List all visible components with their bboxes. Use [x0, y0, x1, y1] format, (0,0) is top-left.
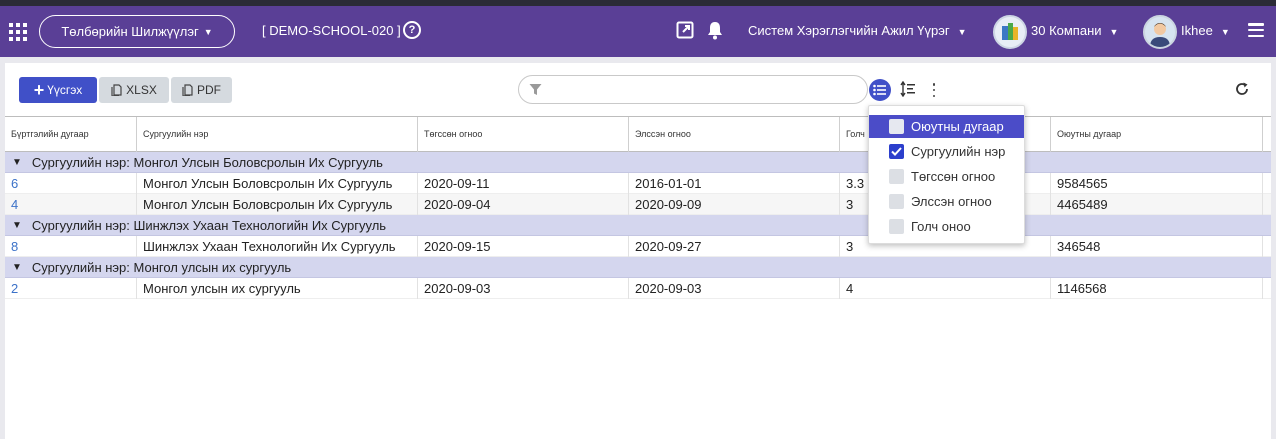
- table-cell: Монгол Улсын Боловсролын Их Сургууль: [137, 194, 418, 215]
- company-select[interactable]: 30 Компани ▼: [1031, 23, 1118, 38]
- export-pdf-button[interactable]: PDF: [171, 77, 232, 103]
- table-cell: 2020-09-11: [418, 173, 629, 194]
- column-option-label: Элссэн огноо: [911, 194, 992, 209]
- column-option-label: Голч оноо: [911, 219, 971, 234]
- help-icon[interactable]: ?: [403, 21, 421, 39]
- table-row[interactable]: 6 Монгол Улсын Боловсролын Их Сургууль 2…: [5, 173, 1271, 194]
- column-header[interactable]: Элссэн огноо: [629, 117, 840, 152]
- checkbox-unchecked[interactable]: [889, 219, 904, 234]
- record-number-link[interactable]: 6: [5, 173, 137, 194]
- bell-icon[interactable]: [706, 20, 724, 40]
- collapse-triangle-icon[interactable]: ▼: [12, 157, 22, 168]
- table-row[interactable]: 4 Монгол Улсын Боловсролын Их Сургууль 2…: [5, 194, 1271, 215]
- checkbox-unchecked[interactable]: [889, 119, 904, 134]
- table-cell: 2020-09-04: [418, 194, 629, 215]
- table-cell: 2020-09-03: [418, 278, 629, 299]
- more-vert-icon[interactable]: [932, 83, 936, 97]
- caret-down-icon: ▼: [1220, 27, 1230, 37]
- table-cell: Монгол улсын их сургууль: [137, 278, 418, 299]
- caret-down-icon: ▼: [203, 26, 213, 37]
- column-header[interactable]: Оюутны дугаар: [1051, 117, 1263, 152]
- school-code: [ DEMO-SCHOOL-020 ]: [262, 23, 401, 38]
- table-cell: 2020-09-03: [629, 278, 840, 299]
- column-header[interactable]: Сургуулийн нэр: [137, 117, 418, 152]
- role-label: Систем Хэрэглэгчийн Ажил Үүрэг: [748, 23, 950, 38]
- column-option[interactable]: Төгссөн огноо: [869, 165, 1024, 188]
- column-option-label: Төгссөн огноо: [911, 169, 996, 184]
- record-number-link[interactable]: 2: [5, 278, 137, 299]
- checkbox-unchecked[interactable]: [889, 194, 904, 209]
- user-avatar[interactable]: [1143, 15, 1177, 49]
- document-icon: [182, 84, 193, 96]
- table-cell: 2020-09-15: [418, 236, 629, 257]
- column-option[interactable]: Элссэн огноо: [869, 190, 1024, 213]
- table-cell: Шинжлэх Ухаан Технологийн Их Сургууль: [137, 236, 418, 257]
- refresh-icon[interactable]: [1234, 81, 1250, 97]
- sort-icon[interactable]: [900, 81, 916, 97]
- filter-icon: [529, 84, 542, 95]
- check-icon: [891, 147, 902, 156]
- data-table: Бүртгэлийн дугаар Сургуулийн нэр Төгссөн…: [5, 116, 1271, 299]
- company-logo: [993, 15, 1027, 49]
- group-label: Сургуулийн нэр: Монгол Улсын Боловсролын…: [31, 154, 383, 170]
- group-label: Сургуулийн нэр: Шинжлэх Ухаан Технологий…: [31, 217, 387, 233]
- record-number-link[interactable]: 8: [5, 236, 137, 257]
- table-cell: 4: [840, 278, 1051, 299]
- table-cell: Монгол Улсын Боловсролын Их Сургууль: [137, 173, 418, 194]
- column-header[interactable]: Төгссөн огноо: [418, 117, 629, 152]
- table-cell: 1146568: [1051, 278, 1263, 299]
- table-cell: 2020-09-27: [629, 236, 840, 257]
- collapse-triangle-icon[interactable]: ▼: [12, 262, 22, 273]
- table-row[interactable]: 8 Шинжлэх Ухаан Технологийн Их Сургууль …: [5, 236, 1271, 257]
- column-option[interactable]: Голч оноо: [869, 215, 1024, 238]
- group-row[interactable]: ▼ Сургуулийн нэр: Монгол улсын их сургуу…: [5, 257, 1271, 278]
- add-button-label: Үүсгэх: [47, 83, 83, 97]
- table-cell: 346548: [1051, 236, 1263, 257]
- table-cell: 2016-01-01: [629, 173, 840, 194]
- role-select[interactable]: Систем Хэрэглэгчийн Ажил Үүрэг ▼: [748, 23, 967, 38]
- user-name: Ikhee: [1181, 23, 1213, 38]
- checkbox-checked[interactable]: [889, 144, 904, 159]
- column-option-label: Оюутны дугаар: [911, 119, 1004, 134]
- user-menu[interactable]: Ikhee ▼: [1181, 23, 1230, 38]
- column-chooser-button[interactable]: [869, 79, 891, 101]
- table-cell: 4465489: [1051, 194, 1263, 215]
- export-xlsx-button[interactable]: XLSX: [99, 77, 169, 103]
- collapse-triangle-icon[interactable]: ▼: [12, 220, 22, 231]
- company-label: 30 Компани: [1031, 23, 1102, 38]
- xlsx-label: XLSX: [126, 83, 157, 97]
- table-cell: 9584565: [1051, 173, 1263, 194]
- caret-down-icon: ▼: [1109, 27, 1119, 37]
- table-header: Бүртгэлийн дугаар Сургуулийн нэр Төгссөн…: [5, 116, 1271, 152]
- filter-input[interactable]: [518, 75, 868, 104]
- column-option-label: Сургуулийн нэр: [911, 144, 1006, 159]
- top-navbar: Төлбөрийн Шилжүүлэг ▼ [ DEMO-SCHOOL-020 …: [0, 6, 1276, 57]
- module-select-button[interactable]: Төлбөрийн Шилжүүлэг ▼: [39, 15, 235, 48]
- record-number-link[interactable]: 4: [5, 194, 137, 215]
- table-cell: 2020-09-09: [629, 194, 840, 215]
- column-option[interactable]: Оюутны дугаар: [869, 115, 1024, 138]
- caret-down-icon: ▼: [957, 27, 967, 37]
- column-option[interactable]: Сургуулийн нэр: [869, 140, 1024, 163]
- column-chooser-menu: Оюутны дугаар Сургуулийн нэр Төгссөн огн…: [868, 105, 1025, 244]
- group-label: Сургуулийн нэр: Монгол улсын их сургууль: [31, 259, 292, 275]
- table-row[interactable]: 2 Монгол улсын их сургууль 2020-09-03 20…: [5, 278, 1271, 299]
- add-button[interactable]: + Үүсгэх: [19, 77, 97, 103]
- apps-grid-icon[interactable]: [9, 23, 27, 41]
- column-header[interactable]: Бүртгэлийн дугаар: [5, 117, 137, 152]
- pdf-label: PDF: [197, 83, 221, 97]
- main-panel: + Үүсгэх XLSX PDF Бүртгэлийн дугаар Сург…: [5, 63, 1271, 439]
- checkbox-unchecked[interactable]: [889, 169, 904, 184]
- group-row[interactable]: ▼ Сургуулийн нэр: Монгол Улсын Боловсрол…: [5, 152, 1271, 173]
- plus-icon: +: [33, 80, 45, 100]
- hamburger-menu-icon[interactable]: [1248, 23, 1264, 37]
- external-link-icon[interactable]: [676, 21, 694, 39]
- column-list-icon: [873, 84, 886, 96]
- module-select-label: Төлбөрийн Шилжүүлэг: [61, 24, 199, 39]
- group-row[interactable]: ▼ Сургуулийн нэр: Шинжлэх Ухаан Технолог…: [5, 215, 1271, 236]
- document-icon: [111, 84, 122, 96]
